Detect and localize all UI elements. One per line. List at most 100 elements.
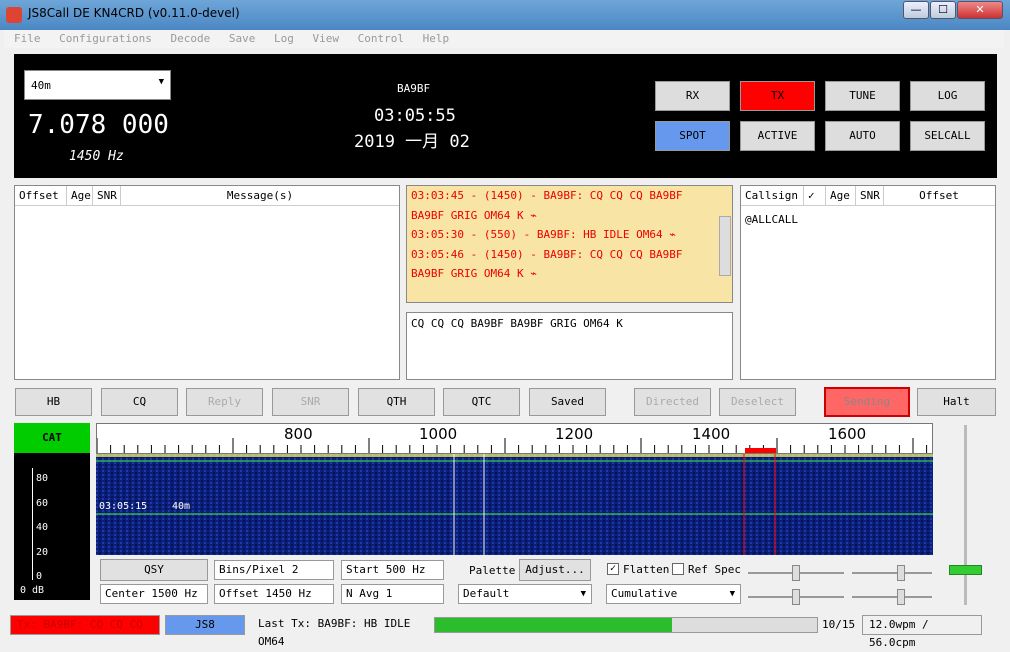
activity-line: 03:05:30 - (550) - BA9BF: HB IDLE OM64 ⌁ bbox=[411, 228, 676, 241]
hb-button[interactable]: HB bbox=[15, 388, 92, 416]
menu-log[interactable]: Log bbox=[274, 30, 294, 48]
frequency-ruler[interactable]: 800 1000 1200 1400 1600 bbox=[96, 423, 933, 454]
band-value: 40m bbox=[31, 79, 51, 92]
col-offset[interactable]: Offset bbox=[884, 186, 994, 206]
col-age[interactable]: Age bbox=[67, 186, 93, 206]
start-spinbox[interactable]: Start 500 Hz bbox=[341, 560, 444, 580]
palette-select[interactable]: Default ▼ bbox=[458, 584, 592, 604]
maximize-button[interactable]: ☐ bbox=[930, 1, 956, 19]
tx-button[interactable]: TX bbox=[740, 81, 815, 111]
col-snr[interactable]: SNR bbox=[93, 186, 121, 206]
active-button[interactable]: ACTIVE bbox=[740, 121, 815, 151]
refspec-label: Ref Spec bbox=[688, 563, 741, 576]
dial-frequency: 7.078 000 bbox=[28, 110, 169, 140]
col-offset[interactable]: Offset bbox=[15, 186, 67, 206]
adjust-button[interactable]: Adjust... bbox=[519, 559, 591, 581]
auto-button[interactable]: AUTO bbox=[825, 121, 900, 151]
waterfall-display[interactable]: 03:05:15 40m bbox=[96, 454, 933, 555]
utc-date: 2019 一月 02 bbox=[354, 132, 470, 152]
tune-button[interactable]: TUNE bbox=[825, 81, 900, 111]
gain-slider-track[interactable] bbox=[964, 425, 967, 605]
col-callsign[interactable]: Callsign bbox=[741, 186, 804, 206]
col-check[interactable]: ✓ bbox=[804, 186, 826, 206]
close-button[interactable]: ✕ bbox=[957, 1, 1003, 19]
gain-slider-handle[interactable] bbox=[949, 565, 982, 575]
reply-button[interactable]: Reply bbox=[186, 388, 263, 416]
directed-button[interactable]: Directed bbox=[634, 388, 711, 416]
flatten-checkbox[interactable]: ✓ bbox=[607, 563, 619, 575]
title-bar: JS8Call DE KN4CRD (v0.11.0-devel) — ☐ ✕ bbox=[0, 0, 1010, 30]
slider-handle[interactable] bbox=[897, 589, 905, 605]
activity-scrollbar[interactable] bbox=[719, 216, 731, 276]
menu-bar: File Configurations Decode Save Log View… bbox=[4, 30, 1004, 48]
header-panel: 40m ▼ 7.078 000 1450 Hz BA9BF 03:05:55 2… bbox=[14, 54, 997, 178]
navg-spinbox[interactable]: N Avg 1 bbox=[341, 584, 444, 604]
menu-view[interactable]: View bbox=[312, 30, 339, 48]
wpm-status: 12.0wpm / 56.0cpm bbox=[862, 615, 982, 649]
signal-meter: 80 60 40 20 0 0 dB bbox=[14, 453, 90, 600]
cumulative-value: Cumulative bbox=[611, 587, 678, 600]
band-select[interactable]: 40m ▼ bbox=[24, 70, 171, 100]
table-row[interactable]: @ALLCALL bbox=[745, 213, 798, 226]
menu-help[interactable]: Help bbox=[423, 30, 450, 48]
tx-status: Tx: BA9BF: CQ CQ CQ bbox=[10, 615, 160, 635]
callsign-table[interactable]: Callsign ✓ Age SNR Offset @ALLCALL bbox=[740, 185, 996, 380]
halt-button[interactable]: Halt bbox=[917, 388, 996, 416]
tx-progress-bar bbox=[434, 617, 818, 633]
qtc-button[interactable]: QTC bbox=[443, 388, 520, 416]
callsign-label: BA9BF bbox=[397, 82, 431, 95]
cumulative-select[interactable]: Cumulative ▼ bbox=[606, 584, 741, 604]
spot-button[interactable]: SPOT bbox=[655, 121, 730, 151]
qth-button[interactable]: QTH bbox=[358, 388, 435, 416]
snr-button[interactable]: SNR bbox=[272, 388, 349, 416]
refspec-checkbox[interactable] bbox=[672, 563, 684, 575]
menu-file[interactable]: File bbox=[14, 30, 41, 48]
saved-button[interactable]: Saved bbox=[529, 388, 606, 416]
meter-db: 0 dB bbox=[20, 585, 45, 596]
menu-control[interactable]: Control bbox=[358, 30, 404, 48]
palette-label: Palette bbox=[469, 564, 516, 577]
qsy-button[interactable]: QSY bbox=[100, 559, 208, 581]
offset-spinbox[interactable]: Offset 1450 Hz bbox=[214, 584, 334, 604]
utc-clock: 03:05:55 bbox=[374, 106, 456, 126]
slider-track[interactable] bbox=[852, 572, 932, 574]
waterfall-band: 40m bbox=[172, 501, 191, 512]
cat-indicator[interactable]: CAT bbox=[14, 423, 90, 453]
slider-handle[interactable] bbox=[897, 565, 905, 581]
menu-decode[interactable]: Decode bbox=[170, 30, 210, 48]
meter-tick: 0 bbox=[36, 571, 43, 582]
meter-tick: 60 bbox=[36, 498, 49, 509]
center-spinbox[interactable]: Center 1500 Hz bbox=[100, 584, 208, 604]
sending-button[interactable]: Sending (7/9) bbox=[824, 387, 910, 434]
compose-textbox[interactable]: CQ CQ CQ BA9BF BA9BF GRIG OM64 K bbox=[406, 312, 733, 380]
selcall-button[interactable]: SELCALL bbox=[910, 121, 985, 151]
bins-spinbox[interactable]: Bins/Pixel 2 bbox=[214, 560, 334, 580]
col-messages[interactable]: Message(s) bbox=[121, 186, 399, 206]
progress-count: 10/15 bbox=[822, 618, 856, 631]
palette-value: Default bbox=[463, 587, 510, 600]
mode-status: JS8 bbox=[165, 615, 245, 635]
log-button[interactable]: LOG bbox=[910, 81, 985, 111]
meter-tick: 40 bbox=[36, 522, 49, 533]
chevron-down-icon: ▼ bbox=[158, 77, 164, 87]
slider-track[interactable] bbox=[852, 596, 932, 598]
slider-handle[interactable] bbox=[792, 565, 800, 581]
deselect-button[interactable]: Deselect bbox=[719, 388, 796, 416]
minimize-button[interactable]: — bbox=[903, 1, 929, 19]
rx-button[interactable]: RX bbox=[655, 81, 730, 111]
col-age[interactable]: Age bbox=[826, 186, 856, 206]
rx-activity-log[interactable]: 03:03:45 - (1450) - BA9BF: CQ CQ CQ BA9B… bbox=[406, 185, 733, 303]
slider-handle[interactable] bbox=[792, 589, 800, 605]
compose-text: CQ CQ CQ BA9BF BA9BF GRIG OM64 K bbox=[411, 317, 623, 330]
meter-tick: 20 bbox=[36, 547, 49, 558]
ruler-ticks bbox=[97, 438, 928, 453]
col-snr[interactable]: SNR bbox=[856, 186, 884, 206]
status-bar: Tx: BA9BF: CQ CQ CQ JS8 Last Tx: BA9BF: … bbox=[0, 612, 1010, 649]
cq-button[interactable]: CQ bbox=[101, 388, 178, 416]
waterfall-graphic bbox=[96, 454, 933, 555]
activity-line: BA9BF GRIG OM64 K ⌁ bbox=[411, 267, 537, 280]
menu-configurations[interactable]: Configurations bbox=[59, 30, 152, 48]
menu-save[interactable]: Save bbox=[229, 30, 256, 48]
meter-tick: 80 bbox=[36, 473, 49, 484]
band-activity-table[interactable]: Offset Age SNR Message(s) bbox=[14, 185, 400, 380]
